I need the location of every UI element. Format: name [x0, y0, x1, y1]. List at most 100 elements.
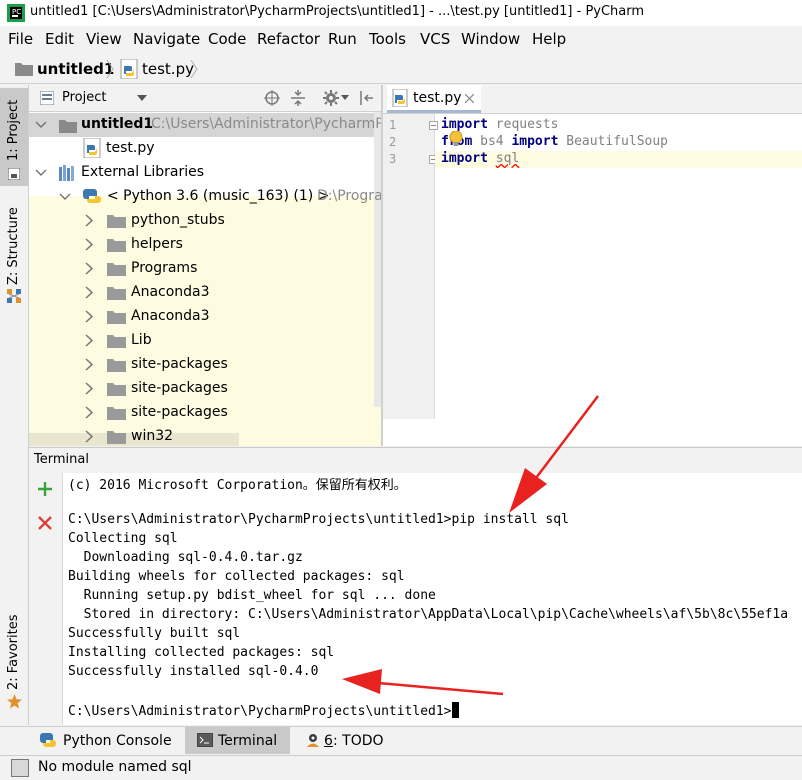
menu-window[interactable]: Window: [461, 30, 520, 48]
code-line-2: from bs4 import BeautifulSoup: [441, 134, 668, 149]
tree-folder-row[interactable]: helpers: [29, 233, 374, 257]
code-keyword: import: [441, 117, 488, 132]
folder-label: Lib: [131, 332, 152, 348]
breadcrumb-project[interactable]: untitled1: [37, 60, 114, 78]
gear-icon[interactable]: [323, 90, 339, 106]
menu-run[interactable]: Run: [328, 30, 357, 48]
tree-folder-row[interactable]: site-packages: [29, 353, 374, 377]
chevron-right-icon[interactable]: [85, 430, 93, 443]
python-file-icon: [120, 59, 138, 79]
editor-gutter: 1 2 3: [383, 114, 438, 419]
chevron-down-icon[interactable]: [35, 121, 47, 129]
terminal-line: Successfully built sql: [68, 626, 241, 641]
terminal-line: Successfully installed sql-0.4.0: [68, 664, 319, 679]
chevron-right-icon[interactable]: [85, 334, 93, 347]
folder-label: Anaconda3: [131, 284, 210, 300]
tab-project[interactable]: 1: Project: [6, 100, 21, 161]
menu-edit[interactable]: Edit: [45, 30, 74, 48]
tree-folder-row[interactable]: Anaconda3: [29, 281, 374, 305]
add-icon[interactable]: [37, 481, 53, 497]
menu-tools[interactable]: Tools: [369, 30, 406, 48]
chevron-right-icon[interactable]: [85, 358, 93, 371]
menu-vcs[interactable]: VCS: [420, 30, 450, 48]
tree-row-interpreter[interactable]: < Python 3.6 (music_163) (1) > D:\Progra: [29, 185, 381, 209]
tree-row-external-libraries[interactable]: External Libraries: [29, 161, 374, 185]
chevron-down-icon[interactable]: [35, 169, 47, 177]
title-bar: PC untitled1 [C:\Users\Administrator\Pyc…: [0, 0, 802, 26]
chevron-right-icon[interactable]: [85, 214, 93, 227]
status-message: No module named sql: [38, 759, 192, 775]
menu-help[interactable]: Help: [532, 30, 566, 48]
folder-icon: [107, 213, 126, 228]
project-view-selector[interactable]: Project: [62, 90, 106, 105]
breadcrumb-file[interactable]: test.py: [142, 60, 194, 78]
toggle-tool-windows-icon[interactable]: [11, 759, 29, 777]
tree-folder-row[interactable]: site-packages: [29, 401, 374, 425]
tree-folder-row[interactable]: win32: [29, 425, 374, 446]
menu-file[interactable]: File: [8, 30, 33, 48]
interpreter-path: D:\Progra: [317, 188, 381, 204]
menu-code[interactable]: Code: [208, 30, 246, 48]
fold-icon[interactable]: [429, 121, 438, 130]
tab-todo[interactable]: 6 : TODO: [300, 727, 390, 754]
folder-label: site-packages: [131, 380, 228, 396]
gear-dropdown-icon[interactable]: [341, 95, 349, 100]
chevron-right-icon[interactable]: [85, 382, 93, 395]
terminal-line: Downloading sql-0.4.0.tar.gz: [68, 550, 303, 565]
code-line-3: import sql: [441, 151, 519, 166]
chevron-right-icon[interactable]: [85, 310, 93, 323]
tree-folder-row[interactable]: Anaconda3: [29, 305, 374, 329]
tree-folder-row[interactable]: Programs: [29, 257, 374, 281]
terminal-toolbar: [29, 473, 63, 725]
crosshair-icon[interactable]: [264, 90, 280, 106]
lightbulb-icon[interactable]: [449, 131, 463, 147]
close-icon[interactable]: [465, 94, 474, 103]
tree-folder-row[interactable]: site-packages: [29, 377, 374, 401]
chevron-right-icon[interactable]: [85, 286, 93, 299]
project-root-path: C:\Users\Administrator\PycharmPr: [151, 116, 381, 132]
folder-icon: [107, 405, 126, 420]
folder-label: Anaconda3: [131, 308, 210, 324]
chevron-right-icon: [190, 59, 198, 79]
chevron-right-icon[interactable]: [85, 262, 93, 275]
tree-folder-row[interactable]: Lib: [29, 329, 374, 353]
folder-icon: [107, 381, 126, 396]
tab-structure[interactable]: Z: Structure: [6, 207, 21, 285]
terminal-header: Terminal: [29, 447, 802, 474]
tab-test-py[interactable]: test.py: [387, 85, 481, 113]
close-icon[interactable]: [38, 516, 52, 530]
tab-favorites[interactable]: 2: Favorites: [6, 614, 21, 690]
tree-row-root[interactable]: untitled1 C:\Users\Administrator\Pycharm…: [29, 113, 381, 137]
tab-label: Terminal: [218, 733, 278, 749]
project-view-icon: [40, 91, 54, 105]
pycharm-logo-icon: PC: [7, 4, 25, 22]
collapse-all-icon[interactable]: [290, 90, 306, 106]
folder-icon: [59, 118, 77, 133]
terminal-output[interactable]: (c) 2016 Microsoft Corporation。保留所有权利。 C…: [63, 473, 802, 725]
status-bar: No module named sql: [0, 755, 802, 780]
tree-scrollbar[interactable]: [374, 112, 381, 407]
chevron-right-icon[interactable]: [85, 238, 93, 251]
code-text: BeautifulSoup: [558, 134, 668, 149]
hide-panel-icon[interactable]: [359, 90, 375, 106]
tab-python-console[interactable]: Python Console: [34, 727, 184, 754]
menu-navigate[interactable]: Navigate: [133, 30, 200, 48]
line-number: 3: [389, 152, 397, 166]
bottom-tool-tabs: Python Console Terminal 6 : TODO: [0, 726, 802, 755]
chevron-down-icon[interactable]: [59, 193, 71, 201]
structure-icon: [7, 289, 21, 303]
project-panel-header: Project: [29, 85, 381, 112]
folder-label: helpers: [131, 236, 183, 252]
library-icon: [59, 165, 77, 181]
folder-label: site-packages: [131, 404, 228, 420]
tab-terminal[interactable]: Terminal: [185, 727, 290, 754]
menu-view[interactable]: View: [86, 30, 122, 48]
tree-row-file[interactable]: test.py: [29, 137, 374, 161]
tab-label: : TODO: [333, 733, 384, 749]
dropdown-arrow-icon[interactable]: [137, 95, 147, 101]
chevron-right-icon[interactable]: [85, 406, 93, 419]
menu-bar: File Edit View Navigate Code Refactor Ru…: [0, 26, 802, 52]
menu-refactor[interactable]: Refactor: [257, 30, 320, 48]
tree-folder-row[interactable]: python_stubs: [29, 209, 374, 233]
